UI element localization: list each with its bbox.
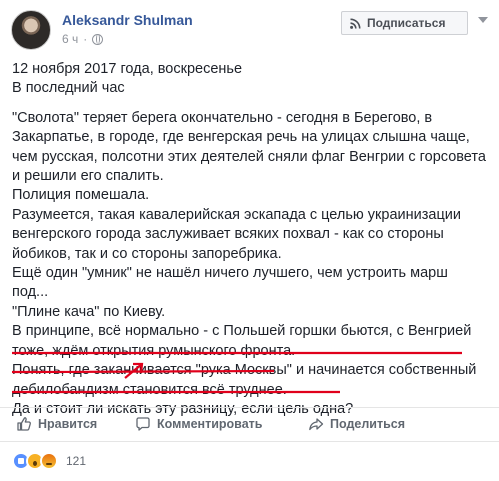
post-paragraph: Разумеется, такая кавалерийская эскапада… bbox=[12, 206, 461, 262]
comment-label: Комментировать bbox=[157, 417, 263, 431]
post-paragraph: В принципе, всё нормально - с Польшей го… bbox=[12, 323, 472, 359]
post-paragraph-highlighted: Понять, где заканчивается "рука Москвы" … bbox=[12, 362, 477, 398]
subscribe-button[interactable]: Подписаться bbox=[341, 11, 468, 35]
post-paragraph: "Сволота" теряет берега окончательно - с… bbox=[12, 109, 486, 185]
post-options-button[interactable] bbox=[474, 11, 492, 29]
angry-reaction-icon bbox=[40, 452, 58, 470]
reactions-bar: 121 bbox=[0, 441, 499, 481]
comment-button[interactable]: Комментировать bbox=[135, 416, 262, 432]
post-subtitle: В последний час bbox=[12, 80, 125, 97]
share-button[interactable]: Поделиться bbox=[308, 416, 405, 432]
thumbs-up-icon bbox=[17, 417, 31, 431]
post-body: 12 ноября 2017 года, воскресенье В после… bbox=[12, 60, 487, 419]
share-icon bbox=[309, 418, 324, 431]
post-date-line: 12 ноября 2017 года, воскресенье bbox=[12, 61, 243, 77]
avatar[interactable] bbox=[11, 10, 51, 50]
author-name[interactable]: Aleksandr Shulman bbox=[62, 12, 193, 28]
post-actions-bar: Нравится Комментировать Поделиться bbox=[0, 407, 499, 441]
reaction-icons[interactable] bbox=[12, 452, 58, 470]
separator-dot: · bbox=[83, 32, 88, 46]
post-meta: 6 ч · bbox=[62, 32, 104, 46]
rss-icon bbox=[350, 18, 361, 29]
comment-icon bbox=[136, 417, 150, 431]
chevron-down-icon bbox=[478, 17, 488, 23]
post-paragraph: Ещё один "умник" не нашёл ничего лучшего… bbox=[12, 265, 448, 301]
post-paragraph: Полиция помешала. bbox=[12, 187, 150, 204]
share-label: Поделиться bbox=[330, 417, 406, 431]
like-button[interactable]: Нравится bbox=[16, 416, 97, 432]
post-time[interactable]: 6 ч bbox=[62, 32, 78, 46]
post-header: Aleksandr Shulman 6 ч · Подписаться bbox=[0, 0, 499, 56]
post-paragraph: "Плине кача" по Киеву. bbox=[12, 303, 166, 320]
like-label: Нравится bbox=[38, 417, 98, 431]
globe-icon bbox=[92, 33, 104, 45]
subscribe-label: Подписаться bbox=[367, 16, 446, 30]
reaction-count[interactable]: 121 bbox=[66, 454, 86, 468]
